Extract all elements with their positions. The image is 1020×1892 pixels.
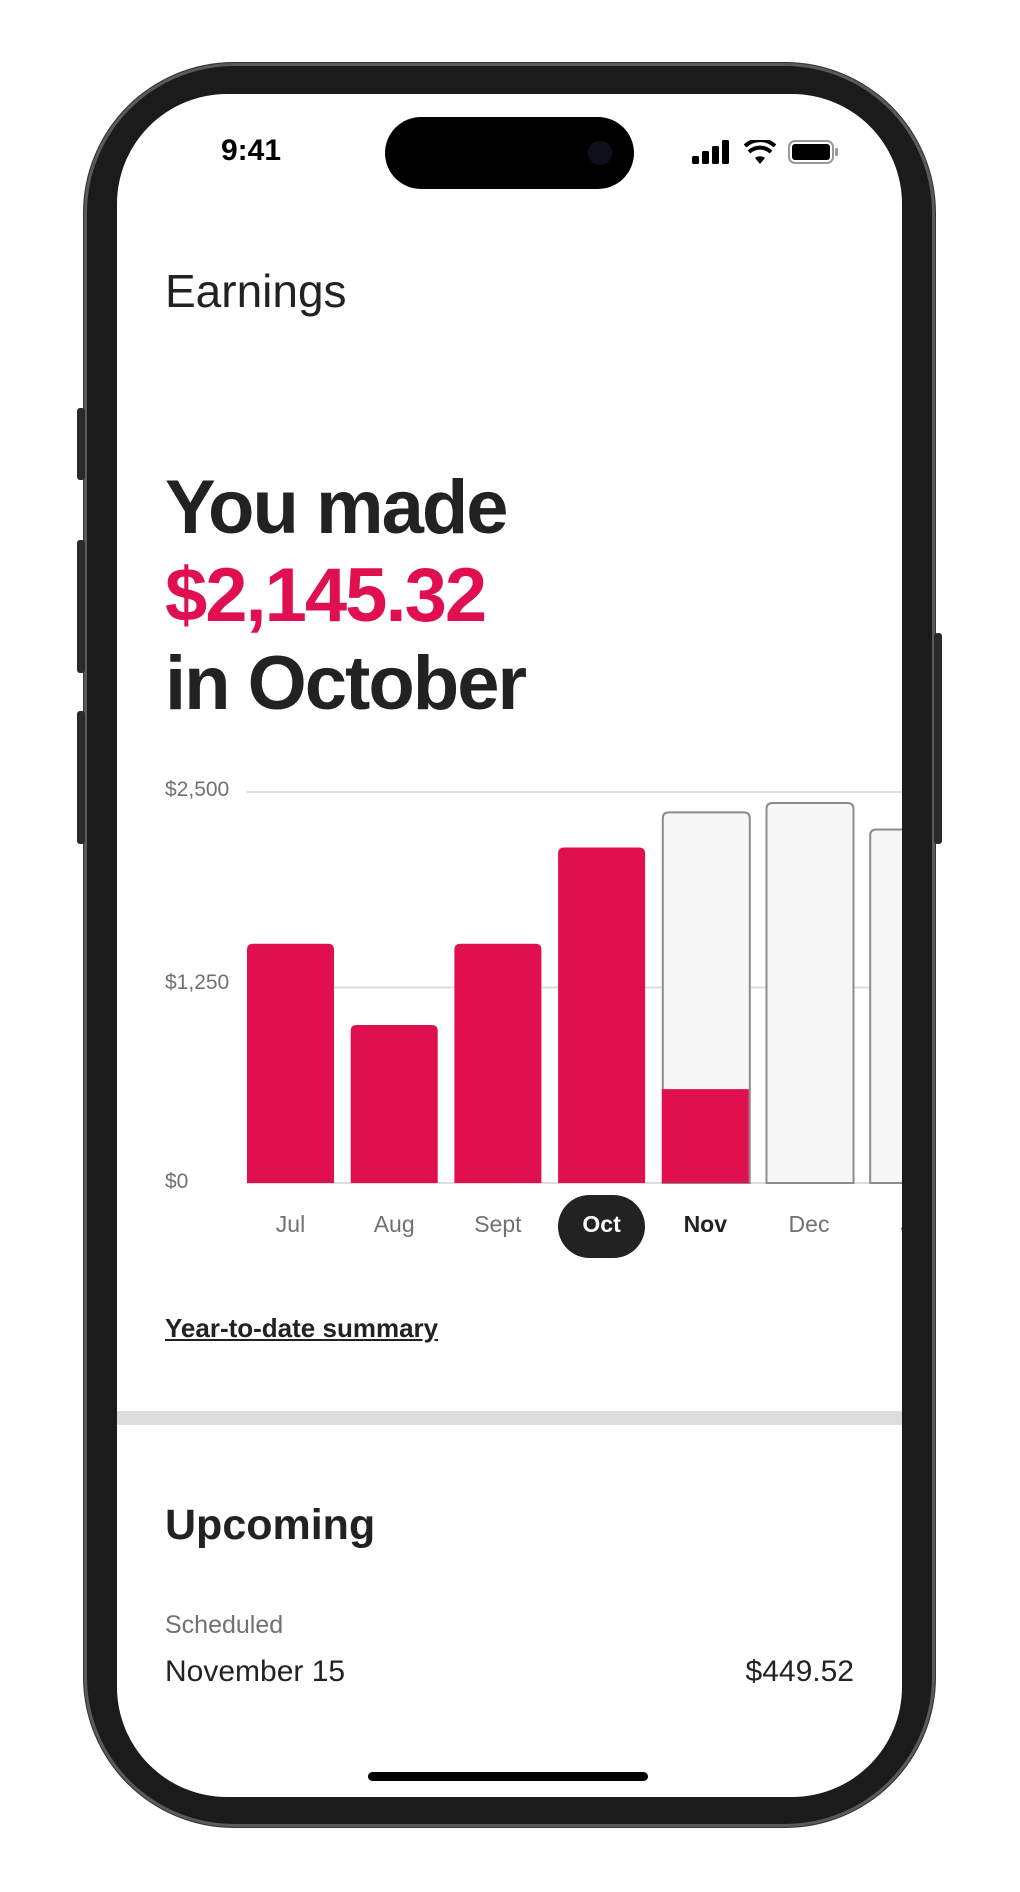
x-label-jan[interactable]: Ja bbox=[869, 1211, 902, 1238]
x-label-nov[interactable]: Nov bbox=[662, 1211, 749, 1238]
scheduled-label: Scheduled bbox=[165, 1611, 284, 1639]
x-label-oct[interactable]: Oct bbox=[558, 1211, 645, 1238]
volume-down-button bbox=[77, 711, 85, 844]
payout-amount: $449.52 bbox=[745, 1655, 854, 1688]
bar-jul bbox=[247, 943, 334, 1183]
action-button bbox=[77, 408, 85, 480]
bar-oct bbox=[558, 847, 646, 1183]
home-indicator[interactable] bbox=[368, 1772, 648, 1781]
x-label-dec[interactable]: Dec bbox=[766, 1211, 853, 1238]
bar-projected-jan bbox=[869, 828, 902, 1184]
ytd-summary-link[interactable]: Year-to-date summary bbox=[165, 1313, 438, 1344]
bar-sept bbox=[454, 943, 542, 1183]
x-label-aug[interactable]: Aug bbox=[351, 1211, 438, 1238]
screen: 9:41 Earnings You made $2,145.32 in Octo… bbox=[117, 94, 902, 1797]
payout-date: November 15 bbox=[165, 1655, 346, 1688]
volume-up-button bbox=[77, 540, 85, 673]
bar-projected-dec bbox=[765, 801, 855, 1184]
power-button bbox=[934, 633, 942, 844]
bar-aug bbox=[350, 1025, 438, 1183]
x-label-sept[interactable]: Sept bbox=[454, 1211, 541, 1238]
x-label-jul[interactable]: Jul bbox=[247, 1211, 334, 1238]
upcoming-heading: Upcoming bbox=[165, 1501, 376, 1549]
chart-plot bbox=[247, 791, 902, 1184]
section-divider bbox=[117, 1411, 902, 1425]
bar-nov bbox=[661, 1089, 749, 1183]
